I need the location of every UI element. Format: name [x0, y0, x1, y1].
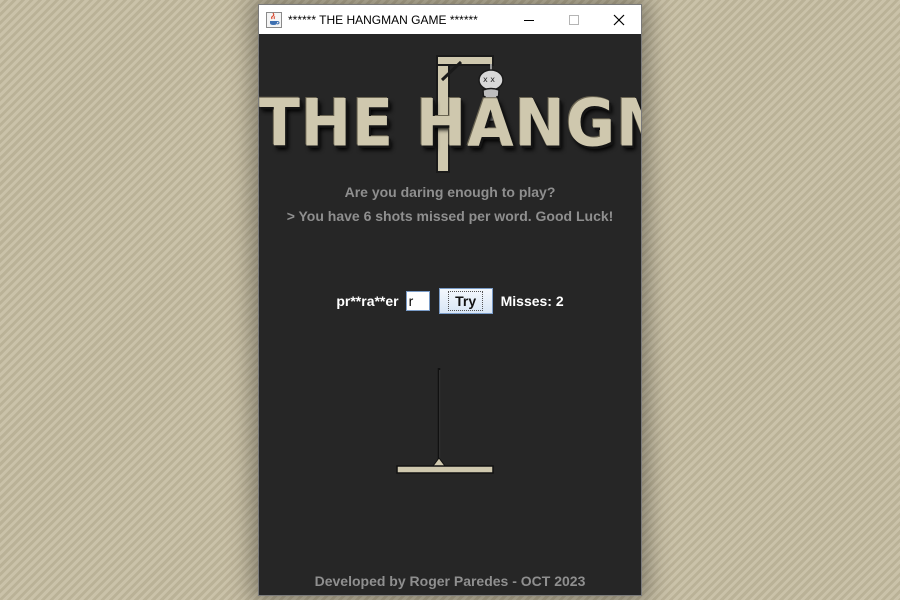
try-button-label: Try [448, 291, 484, 311]
close-button[interactable] [596, 5, 641, 34]
title-bar[interactable]: ****** THE HANGMAN GAME ****** [259, 5, 641, 34]
intro-rules: > You have 6 shots missed per word. Good… [286, 208, 614, 224]
game-panel: x x THE HANGMAN Are you daring enough to… [259, 34, 641, 595]
letter-input[interactable] [405, 291, 430, 311]
maximize-button[interactable] [551, 5, 596, 34]
window-title: ****** THE HANGMAN GAME ****** [288, 12, 478, 27]
java-cup-icon [266, 11, 282, 28]
masked-word: pr**ra**er [336, 293, 399, 309]
developer-credit: Developed by Roger Paredes - OCT 2023 [314, 573, 586, 589]
svg-text:x x: x x [483, 75, 495, 84]
misses-counter: Misses: 2 [500, 293, 564, 309]
minimize-icon [523, 19, 534, 21]
hangman-window: ****** THE HANGMAN GAME ****** x x THE H… [258, 4, 642, 596]
minimize-button[interactable] [506, 5, 551, 34]
game-logo: x x THE HANGMAN [259, 46, 641, 176]
close-icon [613, 14, 624, 25]
guess-row: pr**ra**er Try Misses: 2 [259, 288, 641, 314]
gallows-support [432, 457, 446, 467]
logo-title: THE HANGMAN [259, 86, 641, 162]
try-button[interactable]: Try [438, 288, 493, 314]
maximize-icon [568, 14, 579, 25]
hangman-gallows [396, 368, 494, 474]
gallows-base [396, 465, 494, 474]
intro-question: Are you daring enough to play? [344, 184, 556, 200]
